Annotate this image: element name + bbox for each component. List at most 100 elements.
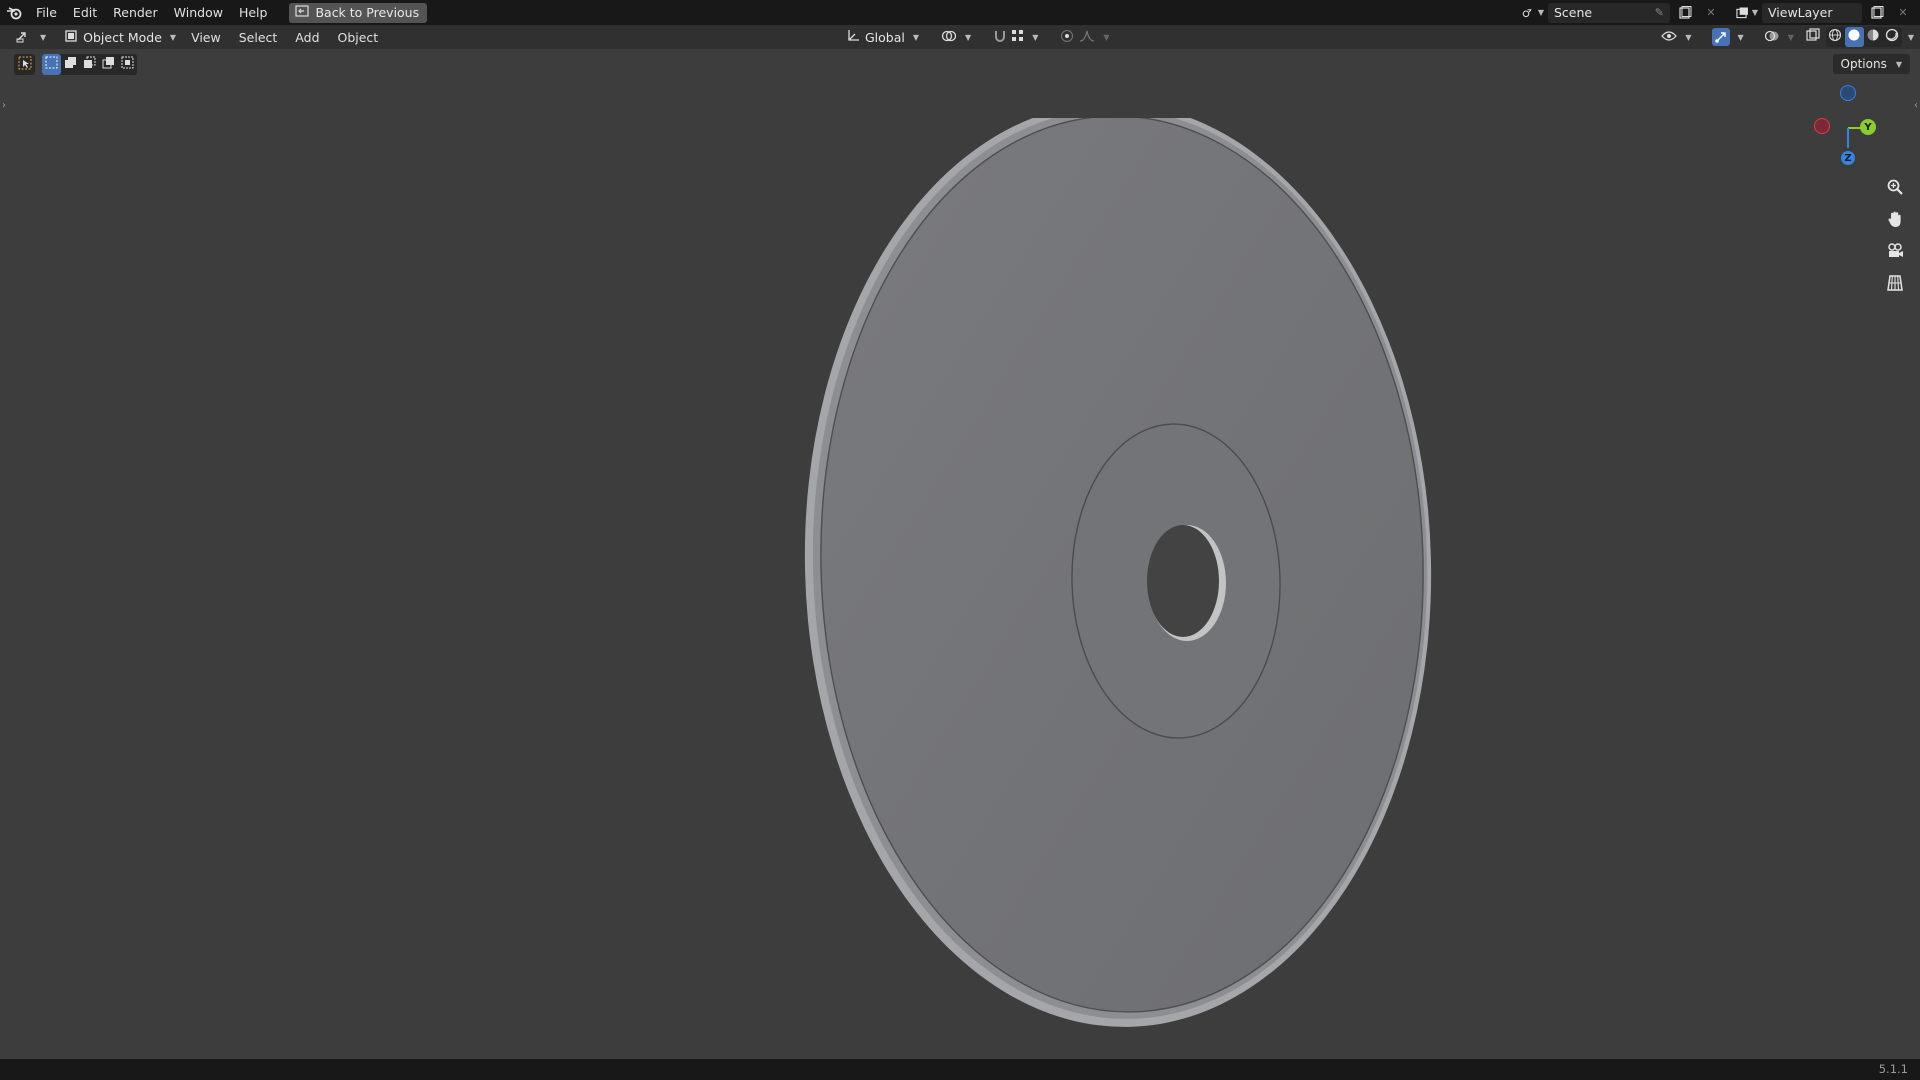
menu-object[interactable]: Object (329, 30, 388, 45)
object-mode-dropdown[interactable]: Object Mode ▼ (58, 27, 182, 47)
snap-toggle[interactable]: ▼ (987, 27, 1044, 47)
select-subtract-icon (83, 56, 96, 73)
menu-window[interactable]: Window (166, 0, 231, 25)
menu-edit[interactable]: Edit (65, 0, 105, 25)
snap-icon (993, 29, 1007, 46)
object-mode-icon (64, 29, 78, 46)
navigation-gizmo[interactable]: Y Z (1810, 85, 1880, 170)
ortho-grid-icon (1886, 274, 1904, 296)
top-bar: File Edit Render Window Help Back to Pre… (0, 0, 1920, 25)
proportional-icon (1060, 29, 1074, 46)
view-layer-browse-button[interactable]: ▼ (1736, 3, 1758, 23)
back-to-previous-button[interactable]: Back to Previous (289, 2, 428, 23)
pivot-icon (941, 29, 957, 46)
proportional-editing-toggle[interactable]: ▼ (1054, 27, 1115, 47)
menu-file[interactable]: File (28, 0, 65, 25)
snap-grid-icon[interactable] (1012, 29, 1024, 45)
chevron-down-icon: ▼ (1787, 32, 1794, 42)
chevron-down-icon: ▼ (1685, 32, 1692, 42)
pin-icon[interactable]: ✎ (1655, 6, 1664, 19)
new-scene-button[interactable] (1674, 3, 1696, 23)
chevron-down-icon: ▼ (1737, 32, 1744, 42)
shading-mode-group (1825, 27, 1902, 47)
chevron-down-icon: ▼ (1751, 8, 1758, 17)
rendered-shading-button[interactable] (1883, 27, 1902, 47)
select-intersect-icon (121, 56, 134, 73)
gizmo-toggle[interactable]: ▼ (1706, 27, 1750, 47)
shading-options-chevron[interactable]: ▼ (1908, 33, 1914, 42)
chevron-down-icon: ▼ (1032, 32, 1039, 42)
menu-select[interactable]: Select (230, 30, 287, 45)
chevron-down-icon: ▼ (1103, 32, 1110, 42)
gizmo-y-ball[interactable]: Y (1860, 119, 1876, 135)
view-navigation-buttons (1882, 176, 1908, 298)
selection-mode-group (42, 54, 137, 75)
menu-view[interactable]: View (182, 30, 230, 45)
material-icon (1866, 28, 1880, 46)
scene-name: Scene (1554, 5, 1593, 20)
version-label: 5.1.1 (1878, 1062, 1908, 1076)
cursor-select-icon (18, 56, 32, 74)
select-invert-icon (102, 56, 115, 73)
camera-icon (1886, 242, 1904, 264)
xray-toggle[interactable] (1802, 27, 1824, 47)
view-layer-name-field[interactable]: ViewLayer (1762, 2, 1862, 23)
select-intersect-button[interactable] (118, 54, 137, 75)
editor-type-icon (16, 29, 32, 46)
menu-render[interactable]: Render (105, 0, 166, 25)
overlay-icon (1764, 29, 1780, 46)
disc-mesh-object[interactable] (800, 103, 1440, 1052)
pan-hand-icon (1886, 210, 1904, 232)
transform-orientation-icon (846, 29, 860, 46)
material-preview-button[interactable] (1864, 27, 1883, 47)
select-tool-button[interactable] (14, 54, 35, 75)
chevron-down-icon: ▼ (40, 32, 47, 42)
rendered-icon (1885, 28, 1899, 46)
pan-button[interactable] (1882, 208, 1908, 234)
wireframe-shading-button[interactable] (1826, 27, 1845, 47)
options-label: Options (1840, 57, 1887, 71)
back-icon (295, 5, 310, 20)
gizmo-neg-x-ball[interactable] (1814, 118, 1830, 134)
chevron-down-icon: ▼ (169, 32, 177, 42)
menu-help[interactable]: Help (231, 0, 276, 25)
zoom-button[interactable] (1882, 176, 1908, 202)
scene-name-field[interactable]: Scene ✎ (1548, 2, 1670, 23)
select-invert-button[interactable] (99, 54, 118, 75)
transform-orientation-dropdown[interactable]: Global ▼ (840, 27, 925, 47)
select-extend-button[interactable] (61, 54, 80, 75)
blender-logo-icon[interactable] (0, 0, 28, 25)
select-new-button[interactable] (42, 54, 61, 75)
camera-view-button[interactable] (1882, 240, 1908, 266)
menu-add[interactable]: Add (286, 30, 328, 45)
pivot-point-dropdown[interactable]: ▼ (935, 27, 977, 47)
transform-orientation-label: Global (865, 29, 905, 45)
delete-view-layer-button[interactable]: ✕ (1892, 3, 1914, 23)
toolbar-expand-arrow[interactable]: › (2, 100, 6, 111)
gizmo-neg-z-ball[interactable] (1840, 85, 1856, 101)
status-bar: 5.1.1 (0, 1059, 1920, 1080)
new-view-layer-button[interactable] (1866, 3, 1888, 23)
wireframe-icon (1828, 28, 1842, 46)
select-subtract-button[interactable] (80, 54, 99, 75)
tool-settings-row: Options ▼ (0, 49, 1920, 79)
scene-browse-button[interactable]: ▼ (1522, 3, 1544, 23)
falloff-icon[interactable] (1079, 30, 1095, 45)
solid-icon (1847, 28, 1861, 46)
gizmo-z-ball[interactable]: Z (1841, 151, 1855, 165)
zoom-icon (1886, 178, 1904, 200)
options-dropdown[interactable]: Options ▼ (1832, 54, 1910, 74)
delete-scene-button[interactable]: ✕ (1700, 3, 1722, 23)
ortho-toggle-button[interactable] (1882, 272, 1908, 298)
back-button-label: Back to Previous (315, 5, 420, 20)
select-new-icon (45, 56, 58, 73)
overlay-toggle[interactable]: ▼ (1758, 27, 1800, 47)
chevron-down-icon: ▼ (912, 32, 920, 42)
sidebar-expand-arrow[interactable]: ‹ (1914, 100, 1918, 111)
chevron-down-icon: ▼ (965, 32, 972, 42)
solid-shading-button[interactable] (1844, 27, 1864, 47)
editor-type-button[interactable]: ▼ (10, 27, 52, 47)
visibility-dropdown[interactable]: ▼ (1655, 27, 1697, 47)
xray-icon (1806, 28, 1820, 46)
gizmo-icon (1711, 28, 1730, 46)
